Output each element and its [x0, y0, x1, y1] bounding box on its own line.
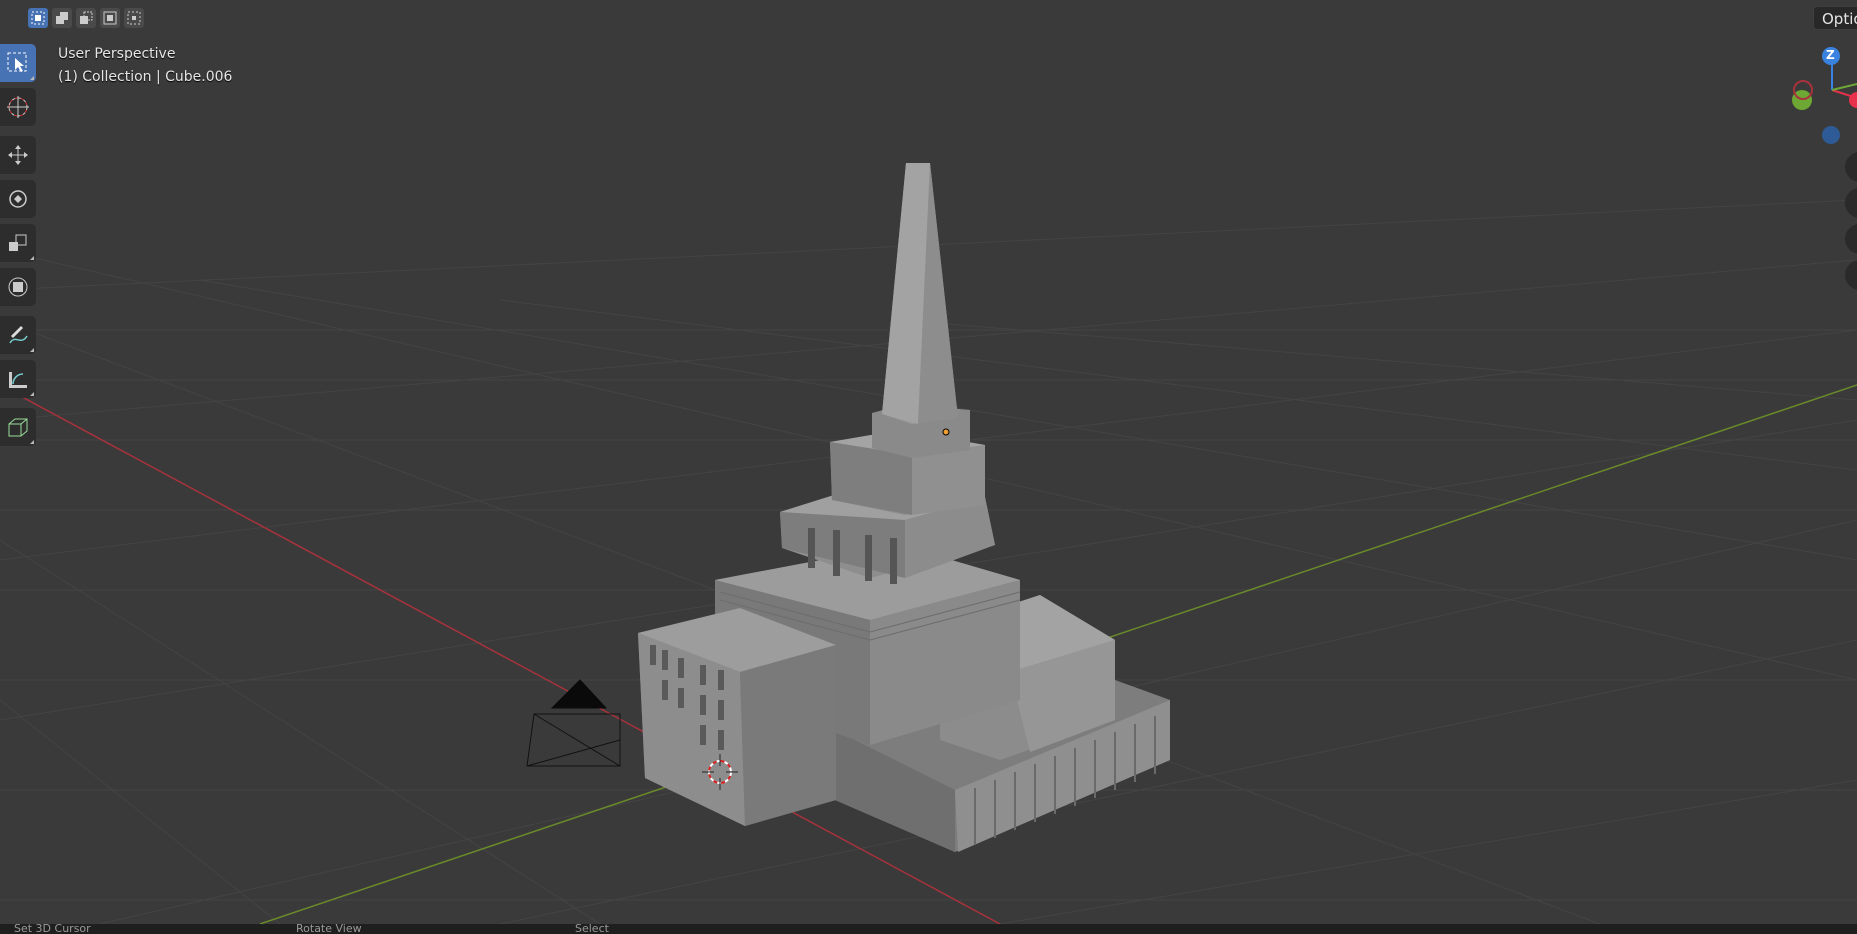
status-hint-select: Select: [575, 924, 609, 934]
select-intersect-icon[interactable]: [124, 8, 144, 28]
status-hint-cursor: Set 3D Cursor: [14, 924, 91, 934]
add-cube-tool[interactable]: [0, 408, 36, 446]
annotate-tool[interactable]: [0, 316, 36, 354]
navigation-gizmo: [1792, 47, 1857, 144]
transform-icon: [8, 277, 28, 297]
move-tool[interactable]: [0, 136, 36, 174]
status-bar: Set 3D Cursor Rotate View Select: [0, 924, 1857, 934]
annotate-icon: [9, 326, 28, 344]
select-extend-icon[interactable]: [52, 8, 72, 28]
scale-icon: [9, 234, 27, 251]
rotate-icon: [9, 190, 27, 208]
status-hint-rotate: Rotate View: [296, 924, 362, 934]
cursor-tool[interactable]: [0, 88, 36, 126]
add-cube-icon: [8, 418, 28, 437]
gizmo-z-label[interactable]: Z: [1826, 48, 1835, 62]
scale-tool[interactable]: [0, 224, 36, 262]
measure-icon: [9, 372, 27, 388]
select-invert-icon[interactable]: [100, 8, 120, 28]
rotate-tool[interactable]: [0, 180, 36, 218]
measure-tool[interactable]: [0, 360, 36, 398]
tool-shelf: [0, 44, 36, 452]
transform-tool[interactable]: [0, 268, 36, 306]
collection-info: (1) Collection | Cube.006: [58, 69, 233, 85]
move-icon: [8, 145, 28, 165]
camera-object: [526, 679, 621, 767]
select-box-icon: [7, 52, 27, 72]
viewport-scene: [0, 47, 1857, 924]
select-mode-group: [28, 8, 144, 28]
building-model: [638, 163, 1170, 852]
view-name: User Perspective: [58, 46, 176, 62]
select-subtract-icon[interactable]: [76, 8, 96, 28]
select-new-icon[interactable]: [28, 8, 48, 28]
select-box-tool[interactable]: [0, 44, 36, 82]
cursor-icon: [7, 96, 29, 118]
3d-viewport[interactable]: [0, 0, 1857, 924]
options-dropdown[interactable]: Options: [1813, 6, 1857, 30]
